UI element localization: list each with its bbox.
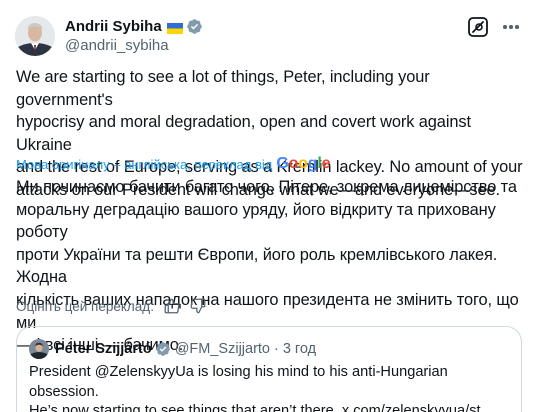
author-name[interactable]: Andrii Sybiha: [65, 18, 162, 35]
ukraine-flag-icon: [166, 21, 183, 34]
quoted-author-name[interactable]: Péter Szijjártó: [55, 341, 152, 357]
verified-badge-icon[interactable]: [186, 18, 203, 35]
rate-translation: Оцініть цей переклад:: [16, 296, 214, 316]
quoted-author-avatar[interactable]: [29, 339, 49, 359]
grok-icon[interactable]: [467, 16, 489, 38]
quoted-timestamp[interactable]: 3 год: [283, 341, 316, 357]
quoted-separator: ·: [274, 341, 279, 357]
quoted-author-handle[interactable]: @FM_Szijjarto: [175, 341, 270, 357]
author-avatar[interactable]: [15, 16, 55, 56]
more-options-icon[interactable]: [500, 16, 522, 38]
google-logo: Google: [276, 155, 331, 172]
quoted-post[interactable]: Péter Szijjártó @FM_Szijjarto · 3 год Pr…: [16, 326, 522, 412]
thumbs-up-icon[interactable]: [162, 296, 182, 316]
rate-translation-label: Оцініть цей переклад:: [16, 298, 154, 314]
verified-badge-icon[interactable]: [155, 341, 171, 357]
author-name-row: Andrii Sybiha: [65, 16, 203, 36]
translation-label[interactable]: Мова оригіналу – англійська, переклад ві…: [16, 157, 272, 172]
quoted-post-text: President @ZelenskyyUa is losing his min…: [29, 364, 493, 412]
thumbs-down-icon[interactable]: [188, 296, 208, 316]
post: Andrii Sybiha @andrii_sybiha We are star…: [0, 0, 536, 412]
translation-attribution: Мова оригіналу – англійська, переклад ві…: [16, 155, 331, 173]
author-handle[interactable]: @andrii_sybiha: [65, 37, 169, 54]
quoted-post-header: Péter Szijjártó @FM_Szijjarto · 3 год: [29, 339, 316, 359]
